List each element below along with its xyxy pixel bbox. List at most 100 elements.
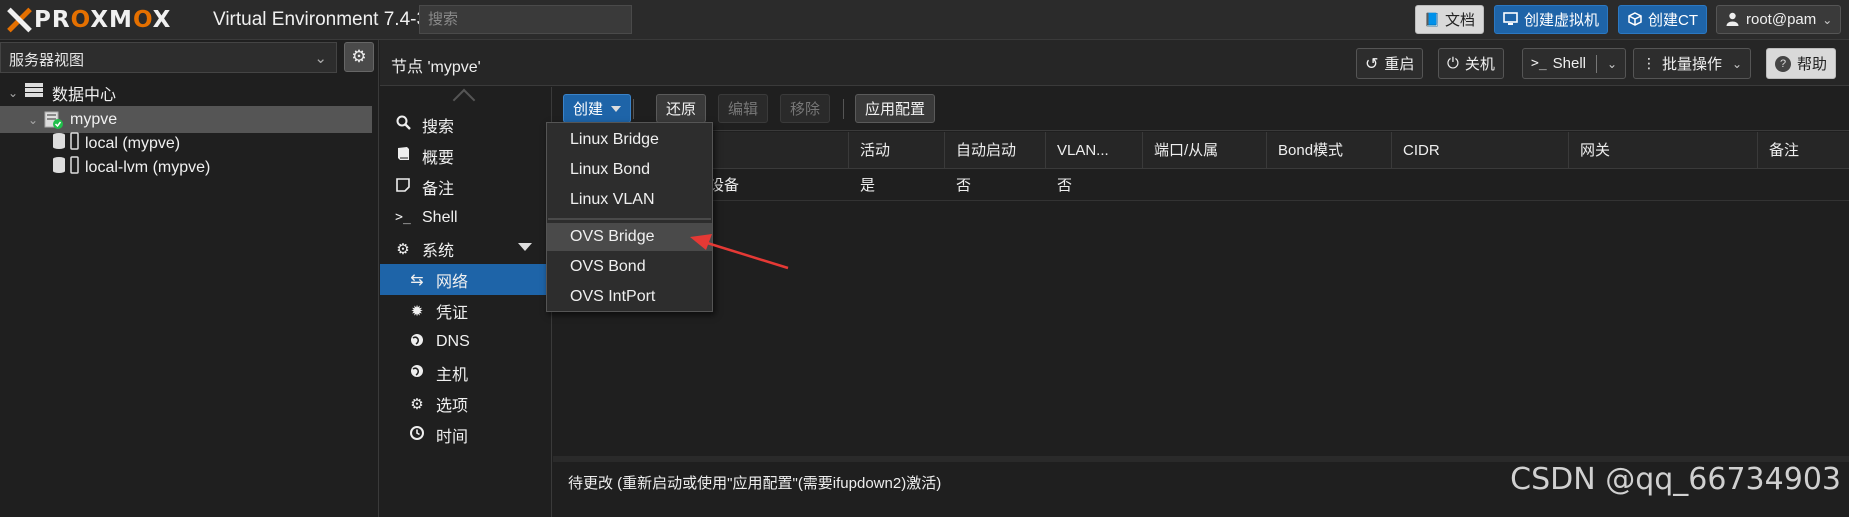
watermark-text: CSDN @qq_66734903 xyxy=(1510,462,1841,497)
column-header-comment[interactable]: 备注 xyxy=(1758,132,1849,169)
server-stack-icon xyxy=(24,82,44,103)
edit-button[interactable]: 编辑 xyxy=(718,94,769,123)
column-header-bond-mode[interactable]: Bond模式 xyxy=(1267,132,1392,169)
nav-item-label: 系统 xyxy=(422,242,455,260)
nav-item-hosts[interactable]: 主机 xyxy=(380,357,552,388)
proxmox-logo[interactable]: PROXMOX xyxy=(6,4,171,36)
column-header-active[interactable]: 活动 xyxy=(849,132,945,169)
reboot-label: 重启 xyxy=(1384,56,1415,73)
scroll-up-icon[interactable] xyxy=(452,88,476,112)
grid-header: 名称 类型 活动 自动启动 VLAN... 端口/从属 Bond模式 CIDR … xyxy=(553,132,1849,169)
menu-item-ovs-bond[interactable]: OVS Bond xyxy=(547,253,712,281)
nav-item-label: DNS xyxy=(436,332,470,350)
create-label: 创建 xyxy=(573,101,604,118)
nav-item-network[interactable]: ⇆ 网络 xyxy=(380,264,552,295)
pending-changes-text: 待更改 (重新启动或使用"应用配置"(需要ifupdown2)激活) xyxy=(568,475,942,492)
shell-button[interactable]: >_ Shell ⌄ xyxy=(1522,48,1627,79)
shutdown-label: 关机 xyxy=(1464,56,1495,73)
nav-item-dns[interactable]: DNS xyxy=(380,326,552,357)
book-icon: 📘 xyxy=(1424,12,1441,27)
docs-label: 文档 xyxy=(1445,12,1476,29)
note-icon xyxy=(394,177,412,196)
proxmox-x-icon xyxy=(6,7,32,33)
create-ct-button[interactable]: 创建CT xyxy=(1618,5,1707,34)
shutdown-button[interactable]: ⏻ 关机 xyxy=(1438,48,1504,79)
tree-settings-button[interactable]: ⚙ xyxy=(344,42,374,72)
help-icon: ? xyxy=(1775,55,1791,72)
column-header-cidr[interactable]: CIDR xyxy=(1392,132,1569,169)
nav-item-options[interactable]: ⚙ 选项 xyxy=(380,388,552,419)
nav-item-label: 网络 xyxy=(436,273,469,291)
create-menu-button[interactable]: 创建 xyxy=(563,94,632,123)
create-dropdown-menu: Linux Bridge Linux Bond Linux VLAN OVS B… xyxy=(546,122,713,312)
nav-item-certificates[interactable]: ✹ 凭证 xyxy=(380,295,552,326)
undo-icon: ↺ xyxy=(1365,55,1379,73)
edit-label: 编辑 xyxy=(728,101,759,118)
docs-button[interactable]: 📘 文档 xyxy=(1415,5,1485,34)
remove-label: 移除 xyxy=(790,101,821,118)
shell-label: Shell xyxy=(1552,55,1587,72)
tree-expander-icon: ⌄ xyxy=(7,85,19,100)
search-input[interactable] xyxy=(419,5,632,34)
toolbar-separator xyxy=(633,99,634,119)
menu-item-linux-vlan[interactable]: Linux VLAN xyxy=(547,186,712,214)
terminal-icon: >_ xyxy=(395,210,411,225)
nav-item-search[interactable]: 搜索 xyxy=(380,109,552,140)
tree-item-label: local (mypve) xyxy=(85,134,181,152)
nav-item-shell[interactable]: >_ Shell xyxy=(380,202,552,233)
collapse-caret-icon[interactable] xyxy=(518,243,532,251)
menu-item-ovs-intport[interactable]: OVS IntPort xyxy=(547,283,712,311)
cogs-icon: ⚙ xyxy=(396,240,410,258)
create-vm-button[interactable]: 创建虚拟机 xyxy=(1494,5,1609,34)
column-header-vlan[interactable]: VLAN... xyxy=(1046,132,1143,169)
reboot-button[interactable]: ↺ 重启 xyxy=(1356,48,1424,79)
globe-icon xyxy=(408,364,426,382)
column-header-ports[interactable]: 端口/从属 xyxy=(1143,132,1267,169)
create-vm-label: 创建虚拟机 xyxy=(1524,12,1600,29)
nav-item-label: 时间 xyxy=(436,428,469,446)
top-bar: PROXMOX Virtual Environment 7.4-3 📘 文档 创… xyxy=(0,0,1849,40)
clock-icon xyxy=(408,425,426,444)
globe-icon xyxy=(408,333,426,351)
user-menu-button[interactable]: root@pam ⌄ xyxy=(1716,5,1842,34)
storage-icon xyxy=(52,132,80,155)
chevron-down-icon: ⌄ xyxy=(1822,12,1833,27)
menu-item-linux-bond[interactable]: Linux Bond xyxy=(547,156,712,184)
revert-label: 还原 xyxy=(666,101,697,118)
nav-item-label: 备注 xyxy=(422,180,455,198)
tree-item-label: 数据中心 xyxy=(52,86,117,104)
help-button[interactable]: ? 帮助 xyxy=(1766,48,1837,79)
column-header-gateway[interactable]: 网关 xyxy=(1569,132,1758,169)
nav-item-label: 选项 xyxy=(436,397,469,415)
chevron-down-icon[interactable]: ⌄ xyxy=(1607,57,1617,71)
column-header-autostart[interactable]: 自动启动 xyxy=(945,132,1046,169)
tree-item-node-mypve[interactable]: ⌄ mypve xyxy=(0,106,372,133)
bulk-actions-button[interactable]: ⋮ 批量操作 ⌄ xyxy=(1633,48,1752,79)
nav-item-time[interactable]: 时间 xyxy=(380,419,552,450)
apply-config-button[interactable]: 应用配置 xyxy=(855,94,936,123)
certificate-icon: ✹ xyxy=(410,302,424,320)
nav-item-label: 主机 xyxy=(436,366,469,384)
user-label: root@pam xyxy=(1746,11,1817,28)
menu-item-linux-bridge[interactable]: Linux Bridge xyxy=(547,126,712,154)
user-icon xyxy=(1725,12,1740,27)
nav-item-system[interactable]: ⚙ 系统 xyxy=(380,233,552,264)
remove-button[interactable]: 移除 xyxy=(780,94,831,123)
menu-item-ovs-bridge[interactable]: OVS Bridge xyxy=(547,223,712,251)
revert-button[interactable]: 还原 xyxy=(656,94,707,123)
tree-item-datacenter[interactable]: ⌄ 数据中心 xyxy=(0,79,372,106)
cube-icon xyxy=(1627,12,1642,27)
page-title: 节点 'mypve' xyxy=(391,59,481,76)
tree-item-storage-local-lvm[interactable]: local-lvm (mypve) xyxy=(0,154,372,181)
tree-item-storage-local[interactable]: local (mypve) xyxy=(0,130,372,157)
table-row[interactable]: 络设备 是 否 否 xyxy=(553,170,1849,201)
view-selector[interactable]: 服务器视图 ⌄ xyxy=(0,42,337,73)
chevron-down-icon xyxy=(611,105,622,112)
row-vlan-cell: 否 xyxy=(1057,177,1073,194)
tree-item-label: local-lvm (mypve) xyxy=(85,158,211,176)
nav-item-notes[interactable]: 备注 xyxy=(380,171,552,202)
node-header: 节点 'mypve' ↺ 重启 ⏻ 关机 >_ Shell ⌄ ⋮ 批量操作 ⌄… xyxy=(380,40,1849,86)
button-separator xyxy=(1596,54,1598,73)
nav-item-summary[interactable]: 概要 xyxy=(380,140,552,171)
node-config-nav: 搜索 概要 备注 >_ Shell ⚙ 系统 ⇆ 网络 ✹ 凭证 DNS 主机 … xyxy=(380,87,552,517)
